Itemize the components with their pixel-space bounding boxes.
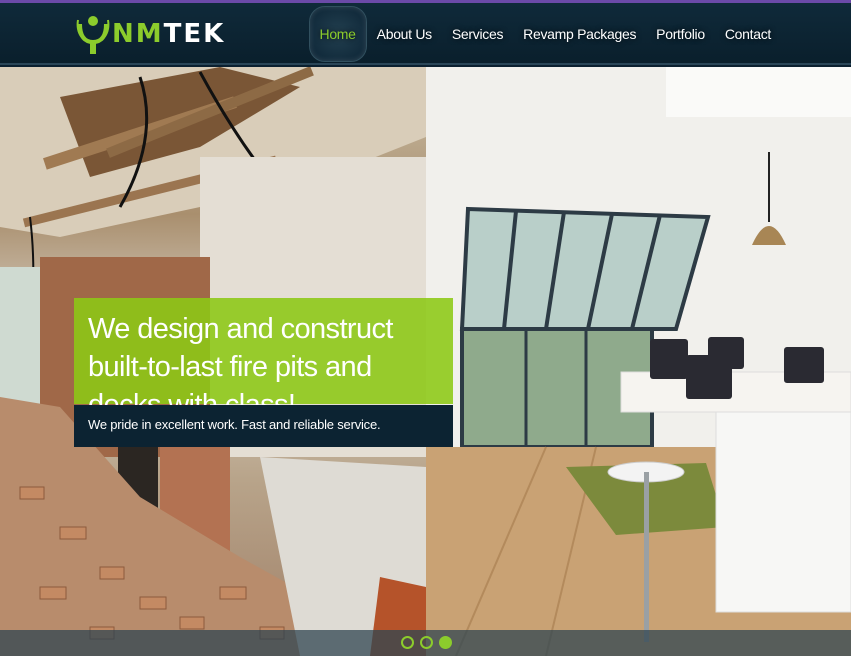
- nav-contact[interactable]: Contact: [715, 6, 781, 62]
- nav-services[interactable]: Services: [442, 6, 513, 62]
- hero-image-after: [426, 67, 851, 656]
- slide-dot-1[interactable]: [401, 636, 414, 649]
- logo-wordmark-tek: TEK: [163, 19, 226, 49]
- site-logo[interactable]: NMTEK: [76, 11, 225, 57]
- hero-subline: We pride in excellent work. Fast and rel…: [74, 405, 453, 447]
- person-figure-logo-icon: [76, 12, 110, 56]
- hero-headline: We design and construct built-to-last fi…: [74, 298, 453, 421]
- slider-controls: [0, 630, 851, 656]
- main-nav: Home About Us Services Revamp Packages P…: [308, 3, 781, 65]
- logo-wordmark-nm: NM: [112, 19, 164, 49]
- slide-dot-2[interactable]: [420, 636, 433, 649]
- nav-revamp-packages[interactable]: Revamp Packages: [513, 6, 646, 62]
- logo-wordmark: NMTEK: [112, 19, 225, 49]
- slide-dot-3[interactable]: [439, 636, 452, 649]
- nav-home[interactable]: Home: [308, 6, 367, 62]
- nav-about-us[interactable]: About Us: [367, 6, 442, 62]
- site-header: NMTEK Home About Us Services Revamp Pack…: [0, 3, 851, 65]
- nav-portfolio[interactable]: Portfolio: [646, 6, 715, 62]
- hero-slider: We design and construct built-to-last fi…: [0, 67, 851, 656]
